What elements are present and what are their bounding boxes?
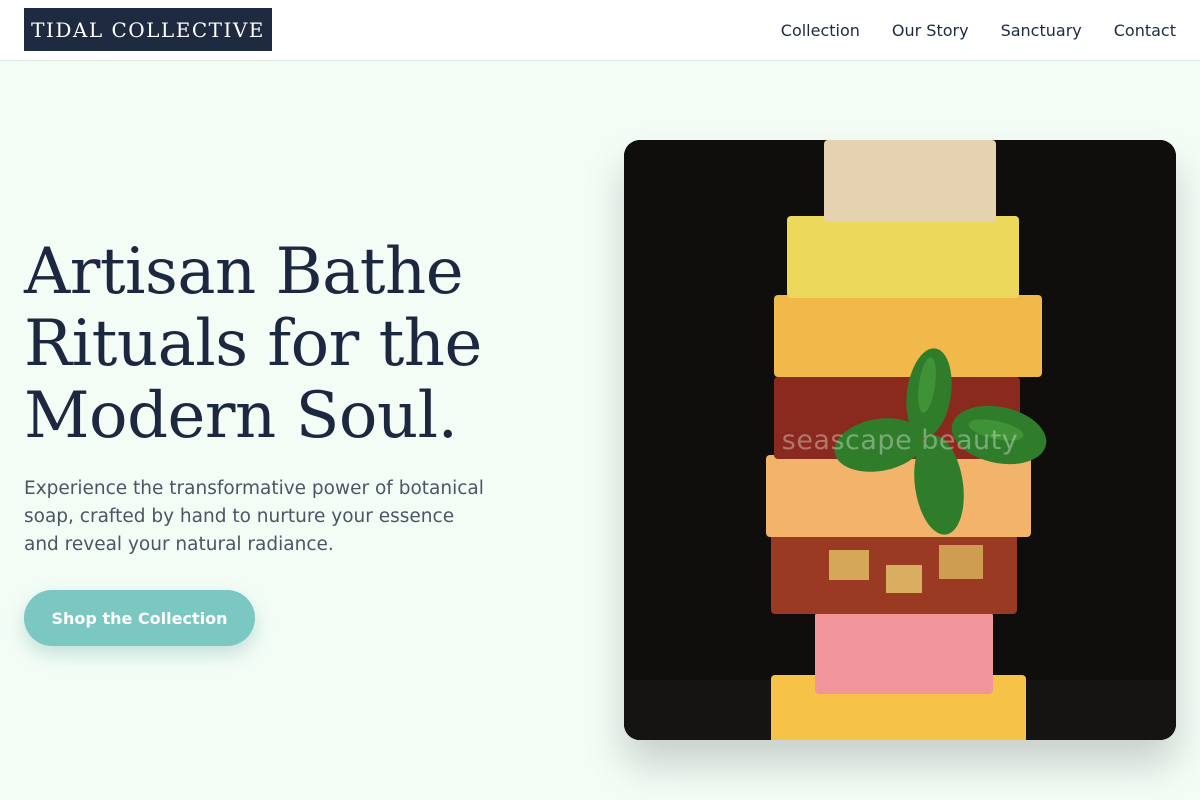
nav-link-our-story[interactable]: Our Story	[892, 21, 969, 40]
hero-subtitle: Experience the transformative power of b…	[24, 478, 484, 555]
hero-title-line: Artisan Bathe	[24, 235, 464, 309]
main-nav: Collection Our Story Sanctuary Contact	[781, 0, 1176, 61]
soap-bar	[824, 140, 996, 222]
nav-link-contact[interactable]: Contact	[1114, 21, 1176, 40]
hero-image-soap-stack: seascape beauty	[624, 140, 1176, 740]
soap-bar	[787, 216, 1019, 298]
soap-stack-illustration	[624, 140, 1176, 740]
hero-title: Artisan Bathe Rituals for the Modern Sou…	[24, 236, 544, 452]
nav-link-collection[interactable]: Collection	[781, 21, 860, 40]
soap-bar	[815, 612, 993, 694]
shop-collection-button[interactable]: Shop the Collection	[24, 590, 255, 646]
nav-link-sanctuary[interactable]: Sanctuary	[1001, 21, 1082, 40]
hero-title-line: Rituals for the	[24, 307, 482, 381]
soap-bar	[774, 295, 1042, 377]
site-header: TIDAL COLLECTIVE Collection Our Story Sa…	[0, 0, 1200, 61]
soap-bar	[766, 455, 1031, 537]
brand-logo[interactable]: TIDAL COLLECTIVE	[24, 8, 272, 51]
hero-title-line: Modern Soul.	[24, 379, 458, 453]
